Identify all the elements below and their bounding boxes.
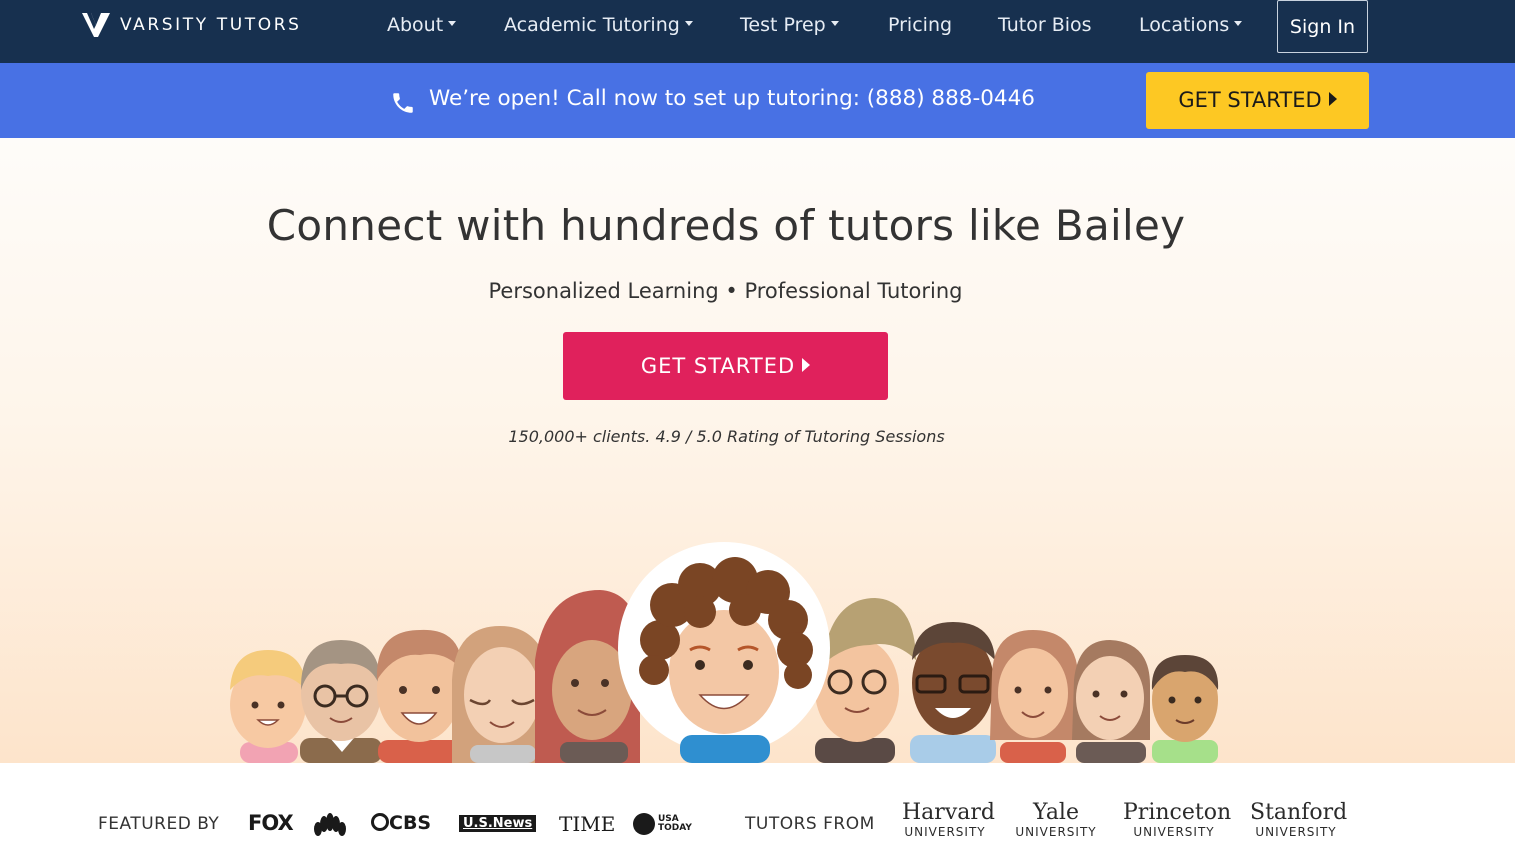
- play-arrow-icon: [802, 358, 811, 372]
- nav-academic-tutoring-label: Academic Tutoring: [504, 14, 680, 36]
- university-stanford: Stanford UNIVERSITY: [1250, 800, 1348, 839]
- featured-by-label: FEATURED BY: [98, 814, 220, 834]
- hero-subtitle: Personalized Learning • Professional Tut…: [488, 279, 963, 303]
- university-sub: UNIVERSITY: [1015, 825, 1097, 839]
- caret-down-icon: [684, 21, 693, 26]
- cbs-logo: CBS: [371, 812, 431, 834]
- nbc-peacock-icon: [314, 813, 346, 836]
- phone-icon: [393, 93, 413, 113]
- university-name: Princeton: [1123, 800, 1232, 825]
- usnews-logo: U.S.News: [459, 815, 537, 832]
- cbs-eye-icon: [371, 812, 389, 831]
- tutor-avatar: [1072, 640, 1150, 763]
- nav-test-prep[interactable]: Test Prep: [740, 14, 839, 36]
- nav-tutor-bios-label: Tutor Bios: [998, 14, 1092, 36]
- nav-test-prep-label: Test Prep: [740, 14, 826, 36]
- usa-today-dot-icon: [633, 813, 655, 835]
- university-sub: UNIVERSITY: [904, 825, 986, 839]
- nav-tutor-bios[interactable]: Tutor Bios: [998, 14, 1092, 36]
- university-harvard: Harvard UNIVERSITY: [902, 800, 995, 839]
- brand-name: VARSITY TUTORS: [120, 15, 302, 35]
- call-banner-text[interactable]: We’re open! Call now to set up tutoring:…: [429, 86, 1035, 111]
- nav-locations-label: Locations: [1139, 14, 1230, 36]
- featured-tutor-avatar: [618, 542, 830, 763]
- university-name: Stanford: [1250, 800, 1348, 825]
- nav-locations[interactable]: Locations: [1139, 14, 1243, 36]
- tutors-from-label: TUTORS FROM: [745, 814, 875, 834]
- university-sub: UNIVERSITY: [1133, 825, 1215, 839]
- get-started-banner-button[interactable]: GET STARTED: [1146, 72, 1369, 129]
- usa-today-line2: TODAY: [658, 823, 692, 833]
- tutor-avatar: [910, 622, 996, 763]
- nav-pricing[interactable]: Pricing: [888, 14, 952, 36]
- university-name: Harvard: [902, 800, 995, 825]
- get-started-banner-label: GET STARTED: [1178, 88, 1322, 112]
- hero-title: Connect with hundreds of tutors like Bai…: [266, 201, 1186, 250]
- tutor-avatar: [1151, 655, 1219, 763]
- logo-v-icon: [82, 13, 110, 37]
- nav-about[interactable]: About: [387, 14, 457, 36]
- usa-today-logo: USA TODAY: [633, 813, 692, 835]
- get-started-hero-button[interactable]: GET STARTED: [563, 332, 888, 400]
- tutor-avatar: [376, 629, 462, 763]
- caret-down-icon: [1234, 21, 1243, 26]
- get-started-hero-label: GET STARTED: [640, 354, 796, 378]
- time-logo: TIME: [559, 812, 616, 836]
- brand-logo[interactable]: VARSITY TUTORS: [82, 13, 302, 37]
- university-yale: Yale UNIVERSITY: [1013, 800, 1099, 838]
- university-princeton: Princeton UNIVERSITY: [1123, 800, 1232, 839]
- fox-logo: FOX: [248, 811, 294, 835]
- tutor-avatar: [990, 630, 1080, 763]
- play-arrow-icon: [1328, 92, 1337, 106]
- tutors-illustration: [230, 542, 1219, 763]
- rating-text: 150,000+ clients. 4.9 / 5.0 Rating of Tu…: [508, 427, 945, 446]
- university-sub: UNIVERSITY: [1255, 825, 1337, 839]
- tutor-avatar: [300, 640, 382, 763]
- nav-academic-tutoring[interactable]: Academic Tutoring: [504, 14, 693, 36]
- cbs-logo-text: CBS: [389, 812, 432, 834]
- tutor-avatar: [230, 650, 306, 763]
- university-name: Yale: [1033, 800, 1079, 825]
- caret-down-icon: [448, 21, 457, 26]
- tutor-avatar: [815, 598, 916, 763]
- usa-today-text: USA TODAY: [658, 815, 692, 833]
- nav-about-label: About: [387, 14, 444, 36]
- caret-down-icon: [830, 21, 839, 26]
- sign-in-button[interactable]: Sign In: [1277, 0, 1368, 53]
- nav-pricing-label: Pricing: [888, 14, 953, 36]
